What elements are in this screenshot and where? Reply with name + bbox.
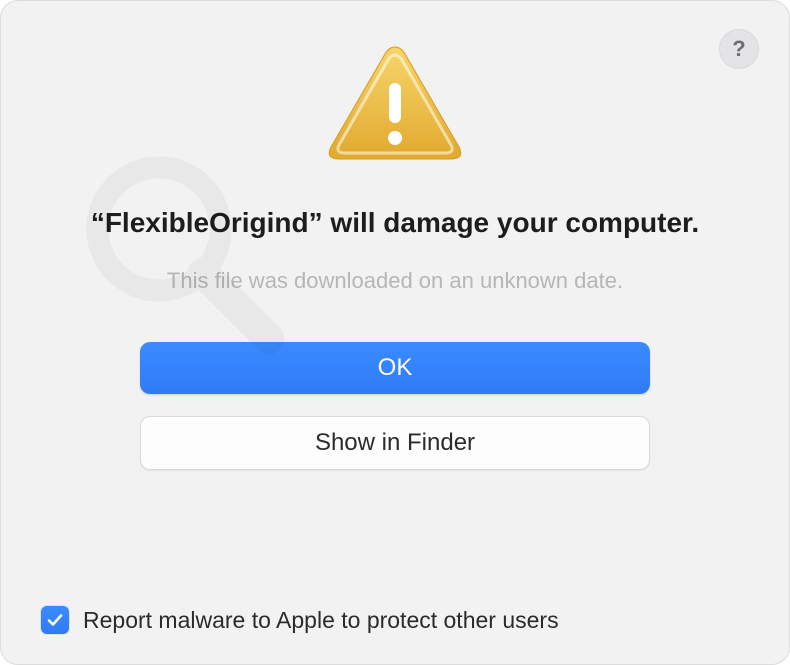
help-button-label: ? (732, 36, 745, 62)
show-in-finder-button-label: Show in Finder (315, 429, 475, 457)
report-malware-label: Report malware to Apple to protect other… (83, 607, 559, 634)
gatekeeper-dialog: ? “FlexibleOrigind” will damage your com… (0, 0, 790, 665)
help-button[interactable]: ? (719, 29, 759, 69)
report-malware-row: Report malware to Apple to protect other… (41, 606, 559, 634)
dialog-headline: “FlexibleOrigind” will damage your compu… (91, 204, 699, 242)
show-in-finder-button[interactable]: Show in Finder (140, 416, 650, 470)
warning-icon (325, 41, 465, 176)
button-stack: OK Show in Finder (140, 342, 650, 470)
checkmark-icon (46, 611, 64, 629)
ok-button[interactable]: OK (140, 342, 650, 394)
watermark-magnifier-icon (71, 141, 291, 361)
report-malware-checkbox[interactable] (41, 606, 69, 634)
dialog-subtext: This file was downloaded on an unknown d… (167, 268, 623, 294)
ok-button-label: OK (378, 354, 413, 382)
